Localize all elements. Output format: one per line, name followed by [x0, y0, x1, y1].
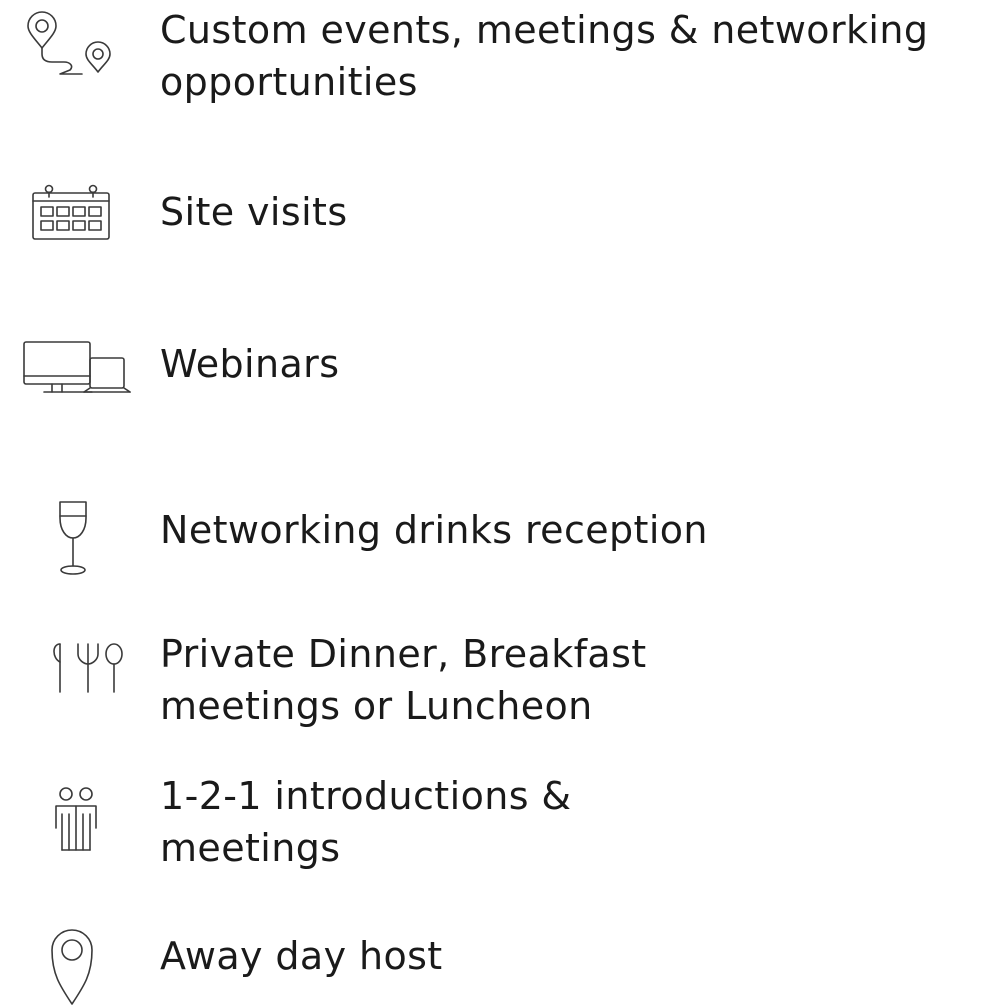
wine-glass-icon: [56, 500, 90, 576]
item-label: Site visits: [160, 190, 348, 234]
service-list-page: { "items": [ { "icon": "route-map-pin-ic…: [0, 0, 985, 1007]
item-label: 1-2-1 introductions & meetings: [160, 774, 572, 870]
route-map-pin-icon: [24, 11, 116, 76]
people-icon: [52, 786, 100, 852]
desktop-laptop-icon: [20, 338, 132, 396]
calendar-icon: [29, 183, 113, 243]
item-label: Custom events, meetings & networking opp…: [160, 8, 929, 104]
location-pin-icon: [50, 928, 94, 1007]
item-label: Away day host: [160, 934, 443, 978]
item-label: Private Dinner, Breakfast meetings or Lu…: [160, 632, 647, 728]
item-label: Networking drinks reception: [160, 508, 708, 552]
item-label: Webinars: [160, 342, 340, 386]
cutlery-icon: [48, 642, 130, 694]
